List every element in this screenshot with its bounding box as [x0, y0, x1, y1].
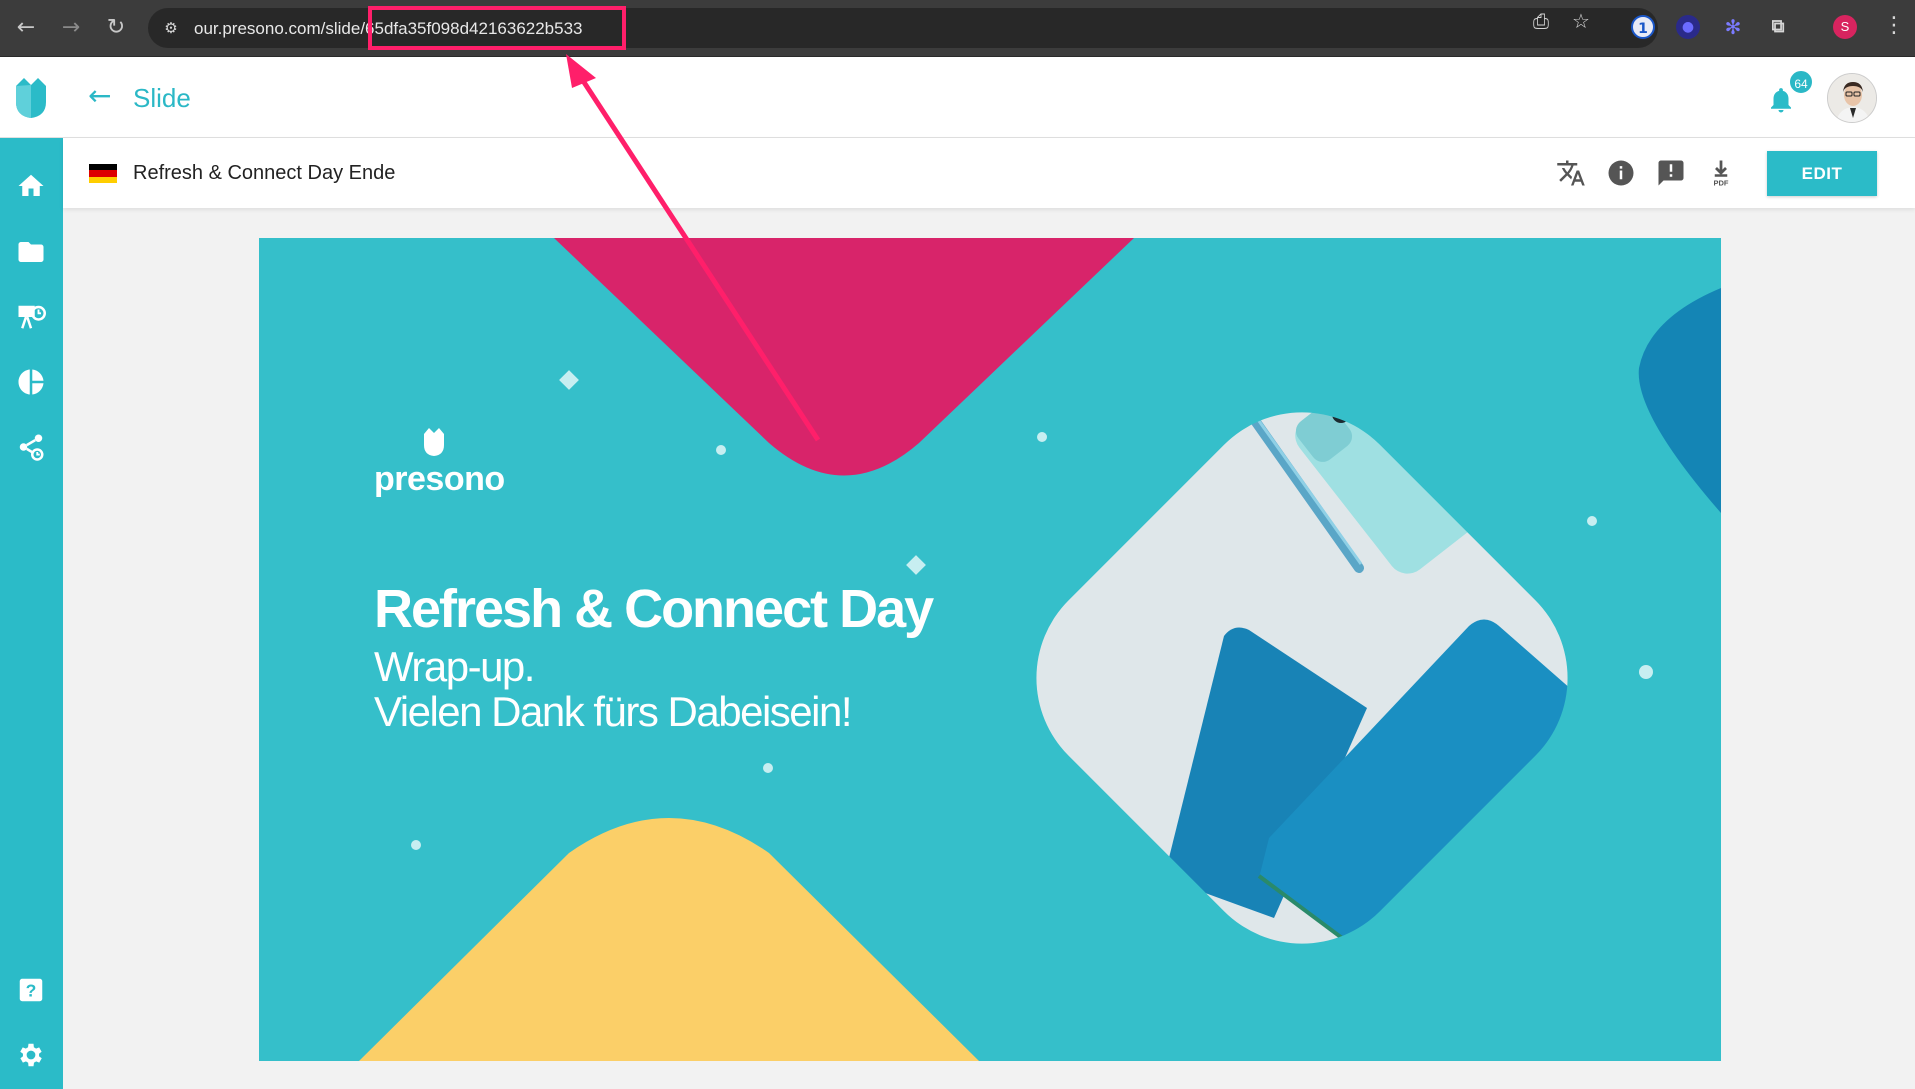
- slide-toolbar: Refresh & Connect Day Ende PDF EDIT: [63, 138, 1915, 208]
- url-prefix: our.presono.com/slide: [194, 19, 361, 38]
- browser-toolbar: ← → ↻ ⚙ our.presono.com/slide/65dfa35f09…: [0, 0, 1915, 57]
- install-app-icon[interactable]: ⎙: [1529, 9, 1553, 33]
- download-pdf-icon[interactable]: PDF: [1706, 158, 1736, 188]
- help-icon[interactable]: ?: [16, 975, 46, 1005]
- info-icon[interactable]: [1606, 158, 1636, 188]
- settings-gear-icon[interactable]: [16, 1040, 46, 1070]
- bookmark-star-icon[interactable]: ☆: [1569, 9, 1593, 33]
- browser-profile-avatar[interactable]: S: [1833, 15, 1857, 39]
- browser-menu-icon[interactable]: ⋮: [1883, 13, 1905, 38]
- desk-photo-image: [990, 366, 1614, 990]
- extension-icon[interactable]: ●: [1676, 15, 1700, 39]
- app-header: ← Slide 64: [0, 57, 1915, 138]
- pdf-label: PDF: [1714, 179, 1729, 188]
- share-icon[interactable]: [16, 432, 46, 462]
- page-title: Slide: [133, 83, 191, 113]
- user-avatar[interactable]: [1827, 73, 1877, 123]
- extension-snowflake-icon[interactable]: ✻: [1721, 15, 1745, 39]
- yellow-triangle-shape: [359, 818, 979, 1061]
- presono-logo-icon[interactable]: [12, 76, 50, 120]
- edit-button[interactable]: EDIT: [1767, 151, 1877, 196]
- slide-subline-1: Wrap-up.: [374, 643, 535, 690]
- slide-brand-text: presono: [374, 460, 505, 498]
- slide-heading: Refresh & Connect Day: [374, 579, 934, 639]
- url-id-highlight-box: [368, 6, 626, 50]
- blue-edge-shape: [1638, 288, 1721, 513]
- document-title: Refresh & Connect Day Ende: [133, 162, 396, 184]
- sidebar: ?: [0, 138, 63, 1089]
- extensions-puzzle-icon[interactable]: ⧉: [1766, 15, 1790, 39]
- home-icon[interactable]: [16, 171, 46, 201]
- analytics-pie-icon[interactable]: [16, 367, 46, 397]
- folder-icon[interactable]: [16, 237, 46, 267]
- slide-logo-mark-icon: [424, 428, 444, 456]
- forward-icon[interactable]: →: [55, 12, 87, 44]
- back-arrow-icon[interactable]: ←: [88, 79, 111, 112]
- slide-preview: presono Refresh & Connect Day Wrap-up. V…: [259, 238, 1721, 1061]
- back-icon[interactable]: ←: [10, 12, 42, 44]
- feedback-icon[interactable]: [1656, 158, 1686, 188]
- presentation-icon[interactable]: [16, 302, 46, 332]
- site-settings-icon[interactable]: ⚙: [160, 17, 182, 39]
- slide-subline-2: Vielen Dank fürs Dabeisein!: [374, 688, 853, 735]
- german-flag-icon: [89, 164, 117, 183]
- reload-icon[interactable]: ↻: [100, 12, 132, 44]
- translate-icon[interactable]: [1556, 158, 1586, 188]
- svg-text:?: ?: [26, 980, 37, 1000]
- notification-count-badge: 64: [1788, 69, 1814, 95]
- password-manager-extension-icon[interactable]: 1: [1631, 15, 1655, 39]
- magenta-triangle-shape: [554, 238, 1134, 476]
